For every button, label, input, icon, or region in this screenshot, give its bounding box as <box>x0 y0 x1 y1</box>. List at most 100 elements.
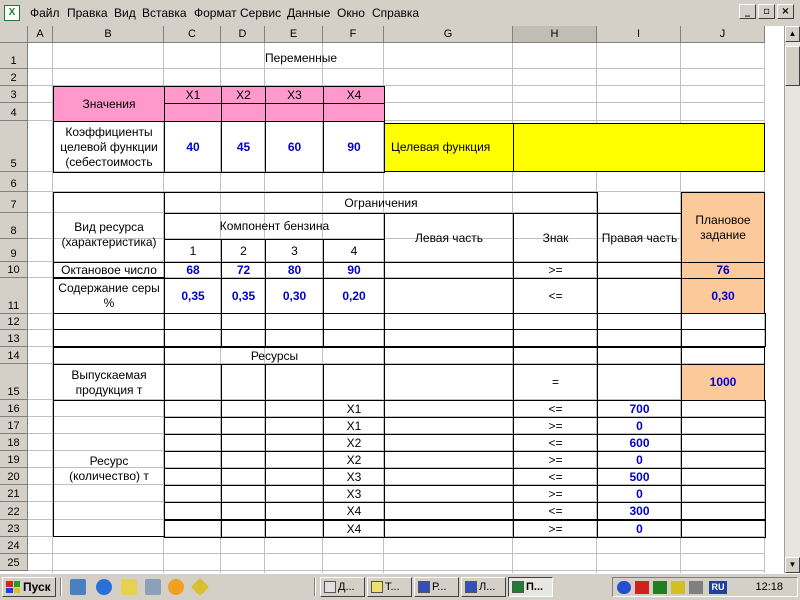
language-indicator[interactable]: RU <box>709 581 727 594</box>
empty-cell[interactable] <box>513 313 598 330</box>
objective-label-cell[interactable]: Целевая функция <box>384 123 514 172</box>
spreadsheet-grid[interactable]: ABCDEFGHIJ 1 2 3 4 5 6 7 8 9 10 11 12 13 14 15 16 17 18 19… <box>0 26 800 573</box>
resource-cell[interactable] <box>681 417 766 435</box>
menu-file[interactable]: Файл <box>30 6 60 20</box>
resources-blank-cell[interactable] <box>53 347 165 365</box>
task-button-5[interactable]: П... <box>508 577 553 597</box>
row14-j[interactable] <box>681 347 765 365</box>
resource-var[interactable]: X2 <box>323 451 385 469</box>
resource-cell[interactable] <box>384 400 514 418</box>
component-number-4[interactable]: 4 <box>323 239 385 263</box>
octane-sign[interactable]: >= <box>513 262 598 279</box>
network-icon[interactable] <box>653 581 667 594</box>
row-header-22[interactable]: 22 <box>0 502 28 520</box>
resource-sign[interactable]: >= <box>513 417 598 435</box>
column-header-e[interactable]: E <box>265 26 323 43</box>
resource-sign[interactable]: >= <box>513 451 598 469</box>
resource-cell[interactable] <box>164 502 222 520</box>
resource-var[interactable]: X3 <box>323 485 385 503</box>
coef-value-x1[interactable]: 40 <box>164 121 222 173</box>
sulfur-left-part[interactable] <box>384 278 514 314</box>
column-header-b[interactable]: B <box>53 26 164 43</box>
sulfur-sign[interactable]: <= <box>513 278 598 314</box>
row-header-12[interactable]: 12 <box>0 314 28 330</box>
row-header-24[interactable]: 24 <box>0 537 28 554</box>
row-header-7[interactable]: 7 <box>0 192 28 213</box>
resource-cell[interactable] <box>681 485 766 503</box>
resource-cell[interactable] <box>265 434 324 452</box>
resource-cell[interactable] <box>164 417 222 435</box>
var-name-x2[interactable]: X2 <box>221 86 266 104</box>
resource-var[interactable]: X3 <box>323 468 385 486</box>
menu-insert[interactable]: Вставка <box>142 6 187 20</box>
resource-limit[interactable]: 600 <box>597 434 682 452</box>
menu-help[interactable]: Справка <box>372 6 419 20</box>
resource-cell[interactable] <box>265 520 324 538</box>
resource-cell[interactable] <box>265 485 324 503</box>
resource-cell[interactable] <box>221 451 266 469</box>
minimize-button[interactable]: _ <box>739 4 756 19</box>
empty-cell[interactable] <box>681 313 766 330</box>
var-value-x4[interactable] <box>323 103 385 122</box>
output-f[interactable] <box>323 364 385 401</box>
resource-limit[interactable]: 300 <box>597 502 682 520</box>
resource-cell[interactable] <box>265 417 324 435</box>
column-header-j[interactable]: J <box>681 26 765 43</box>
variables-title[interactable]: Переменные <box>221 43 381 69</box>
left-part-label[interactable]: Левая часть <box>384 213 514 263</box>
scroll-down-button[interactable]: ▼ <box>785 557 800 573</box>
resource-cell[interactable] <box>164 520 222 538</box>
var-value-x1[interactable] <box>164 103 222 122</box>
output-e[interactable] <box>265 364 324 401</box>
excel-app-icon[interactable]: X <box>4 5 20 21</box>
tool-icon[interactable] <box>190 577 210 597</box>
menu-window[interactable]: Окно <box>337 6 365 20</box>
row-header-5[interactable]: 5 <box>0 121 28 172</box>
column-header-i[interactable]: I <box>597 26 681 43</box>
row-header-13[interactable]: 13 <box>0 330 28 347</box>
resource-cell[interactable] <box>221 520 266 538</box>
resource-cell[interactable] <box>384 468 514 486</box>
resource-cell[interactable] <box>164 468 222 486</box>
help-icon[interactable] <box>617 581 631 594</box>
resource-limit[interactable]: 0 <box>597 485 682 503</box>
resource-cell[interactable] <box>164 434 222 452</box>
column-header-a[interactable]: A <box>28 26 53 43</box>
resource-cell[interactable] <box>681 520 766 538</box>
octane-label[interactable]: Октановое число <box>53 262 165 279</box>
empty-cell[interactable] <box>384 313 514 330</box>
desktop-icon[interactable] <box>70 579 86 595</box>
resource-cell[interactable] <box>265 468 324 486</box>
row14-i[interactable] <box>597 347 682 365</box>
row-header-18[interactable]: 18 <box>0 434 28 451</box>
resource-cell[interactable] <box>681 451 766 469</box>
row-header-17[interactable]: 17 <box>0 417 28 434</box>
row-header-23[interactable]: 23 <box>0 520 28 537</box>
resource-cell[interactable] <box>384 485 514 503</box>
octane-left-part[interactable] <box>384 262 514 279</box>
output-sign[interactable]: = <box>513 364 598 401</box>
resource-cell[interactable] <box>681 434 766 452</box>
row14-h[interactable] <box>513 347 598 365</box>
octane-value-3[interactable]: 80 <box>265 262 324 279</box>
empty-cell[interactable] <box>513 329 598 347</box>
empty-cell[interactable] <box>597 313 682 330</box>
empty-cell[interactable] <box>323 329 385 347</box>
menu-format[interactable]: Формат <box>194 6 237 20</box>
coef-value-x4[interactable]: 90 <box>323 121 385 173</box>
sign-label[interactable]: Знак <box>513 213 598 263</box>
resource-var[interactable]: X2 <box>323 434 385 452</box>
scroll-up-button[interactable]: ▲ <box>785 26 800 42</box>
resource-limit[interactable]: 0 <box>597 417 682 435</box>
resource-cell[interactable] <box>164 451 222 469</box>
resources-title[interactable]: Ресурсы <box>164 347 385 365</box>
values-label-cell[interactable]: Значения <box>53 86 165 122</box>
coef-value-x3[interactable]: 60 <box>265 121 324 173</box>
var-name-x4[interactable]: X4 <box>323 86 385 104</box>
resource-cell[interactable] <box>221 468 266 486</box>
resource-cell[interactable] <box>221 434 266 452</box>
sulfur-right-part[interactable] <box>597 278 682 314</box>
select-all-corner[interactable] <box>0 26 28 43</box>
row-header-6[interactable]: 6 <box>0 172 28 192</box>
row-header-9[interactable]: 9 <box>0 239 28 262</box>
